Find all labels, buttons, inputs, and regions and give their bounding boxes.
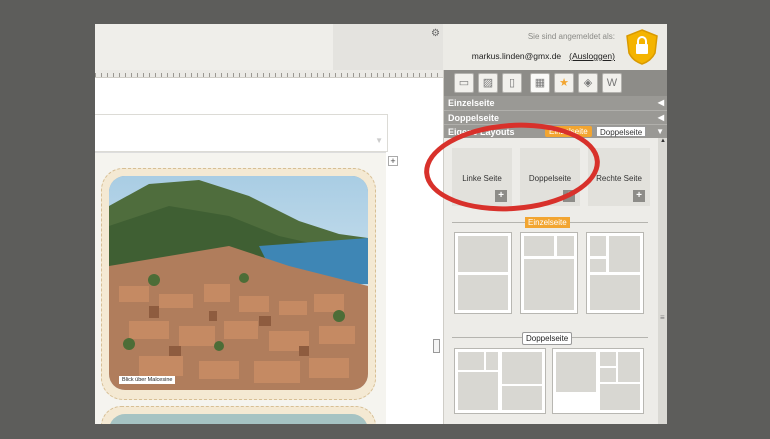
caret-left-icon: ◀ bbox=[657, 113, 664, 122]
bottom-frame bbox=[0, 424, 770, 439]
layout-double-b[interactable] bbox=[552, 348, 644, 414]
accordion-doppelseite[interactable]: Doppelseite ◀ bbox=[444, 110, 667, 124]
caret-down-icon: ▼ bbox=[656, 127, 664, 136]
panel-tabs: ▭ ▨ ▯ ▦ ★ ◈ W bbox=[444, 70, 667, 96]
right-frame bbox=[667, 0, 770, 439]
photo-frame-second[interactable] bbox=[101, 406, 376, 424]
plus-icon[interactable]: + bbox=[633, 190, 645, 202]
photo-malcesine[interactable]: Blick über Malcesine bbox=[109, 176, 368, 390]
editor-canvas[interactable]: ▼ + Blick über Malcesine bbox=[95, 78, 443, 424]
logout-link[interactable]: (Ausloggen) bbox=[569, 51, 615, 61]
image-icon: ▨ bbox=[482, 77, 494, 89]
lock-icon[interactable] bbox=[625, 29, 659, 65]
layout-single-grid[interactable] bbox=[520, 232, 578, 314]
badge-doppelseite[interactable]: Doppelseite bbox=[596, 126, 647, 137]
pages-icon: ▯ bbox=[508, 77, 516, 89]
tab-w[interactable]: W bbox=[602, 73, 622, 93]
section-label-doppelseite: Doppelseite bbox=[522, 332, 573, 345]
layout-single-split[interactable] bbox=[454, 232, 512, 314]
section-label-einzelseite: Einzelseite bbox=[525, 217, 570, 228]
tab-pages[interactable]: ▯ bbox=[502, 73, 522, 93]
tab-speech-bubble[interactable]: ▭ bbox=[454, 73, 474, 93]
accordion-label: Einzelseite bbox=[448, 98, 495, 108]
gear-icon[interactable]: ⚙ bbox=[431, 28, 440, 39]
login-area: Sie sind angemeldet als: markus.linden@g… bbox=[443, 24, 667, 70]
ruler bbox=[95, 70, 443, 78]
side-panel: ▭ ▨ ▯ ▦ ★ ◈ W Einzelseite ◀ Doppelseite ◀ … bbox=[443, 70, 667, 424]
left-frame bbox=[0, 0, 95, 439]
panel-scrollbar[interactable]: ▲ ≡ bbox=[658, 138, 667, 424]
accordion-einzelseite[interactable]: Einzelseite ◀ bbox=[444, 96, 667, 110]
toolbar-segment bbox=[333, 24, 443, 70]
star-icon: ★ bbox=[559, 77, 569, 89]
layers-icon: ◈ bbox=[583, 77, 593, 89]
top-frame bbox=[0, 0, 770, 24]
caret-left-icon: ◀ bbox=[657, 98, 664, 107]
tab-layouts[interactable]: ▦ bbox=[530, 73, 550, 93]
tile-label: Rechte Seite bbox=[596, 174, 642, 183]
user-email: markus.linden@gmx.de bbox=[471, 51, 562, 61]
accordion-label: Doppelseite bbox=[448, 113, 500, 123]
login-label: Sie sind angemeldet als: bbox=[527, 32, 615, 41]
login-user: markus.linden@gmx.de (Ausloggen) bbox=[472, 51, 615, 61]
speech-bubble-icon: ▭ bbox=[458, 77, 470, 89]
screenshot-stage: ⚙ Sie sind angemeldet als: markus.linden… bbox=[0, 0, 770, 439]
tab-favorites[interactable]: ★ bbox=[554, 73, 574, 93]
layout-single-mixed[interactable] bbox=[586, 232, 644, 314]
w-icon: W bbox=[606, 77, 618, 89]
panel-resize-handle[interactable] bbox=[433, 339, 440, 353]
photo-frame[interactable]: Blick über Malcesine bbox=[101, 168, 376, 400]
photo-image bbox=[109, 176, 368, 390]
scroll-grip-icon[interactable]: ≡ bbox=[660, 313, 665, 322]
layout-double-a[interactable] bbox=[454, 348, 546, 414]
top-bar: ⚙ Sie sind angemeldet als: markus.linden… bbox=[95, 24, 667, 70]
tab-image[interactable]: ▨ bbox=[478, 73, 498, 93]
photo-caption[interactable]: Blick über Malcesine bbox=[119, 376, 176, 384]
scroll-up-icon[interactable]: ▲ bbox=[658, 138, 667, 144]
app-window: ⚙ Sie sind angemeldet als: markus.linden… bbox=[95, 24, 667, 424]
layout-icon: ▦ bbox=[534, 77, 546, 89]
add-page-button[interactable]: + bbox=[388, 156, 398, 166]
tab-layers[interactable]: ◈ bbox=[578, 73, 598, 93]
text-box[interactable]: ▼ bbox=[95, 114, 388, 152]
